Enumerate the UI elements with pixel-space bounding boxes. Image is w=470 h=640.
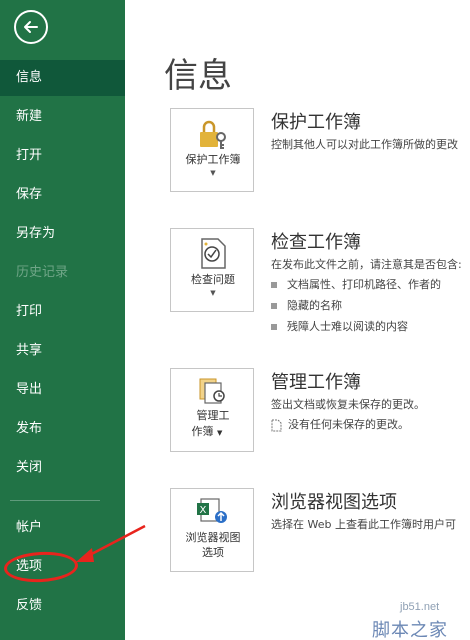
watermark-text: 脚本之家 bbox=[372, 620, 448, 640]
browser-view-icon: X bbox=[197, 498, 227, 523]
nav-item-close[interactable]: 关闭 bbox=[0, 450, 125, 486]
nav-item-open[interactable]: 打开 bbox=[0, 138, 125, 174]
inspect-document-icon bbox=[201, 238, 226, 269]
bullet-square-icon bbox=[271, 324, 277, 330]
manage-tile-label-1: 管理工 bbox=[196, 409, 230, 422]
browser-desc: 选择在 Web 上查看此工作簿时用户可 bbox=[271, 518, 456, 531]
bullet-text: 残障人士难以阅读的内容 bbox=[287, 320, 408, 333]
unsaved-note-text: 没有任何未保存的更改。 bbox=[288, 418, 409, 431]
inspect-workbook-section: 检查问题 ▼ 检查工作簿 在发布此文件之前，请注意其是否包含: 文档属性、打印机… bbox=[170, 228, 470, 338]
bullet-text: 文档属性、打印机路径、作者的 bbox=[287, 278, 441, 291]
back-arrow-icon bbox=[24, 21, 38, 33]
nav-item-print[interactable]: 打印 bbox=[0, 294, 125, 330]
chevron-down-icon: ▼ bbox=[217, 429, 223, 437]
svg-text:X: X bbox=[200, 505, 207, 516]
red-arrow-icon bbox=[76, 524, 146, 562]
sidebar-divider bbox=[10, 500, 100, 501]
browser-title: 浏览器视图选项 bbox=[271, 492, 397, 513]
browser-view-options-button[interactable]: X 浏览器视图 选项 bbox=[170, 488, 254, 572]
manage-document-icon bbox=[199, 378, 225, 404]
watermark-url: jb51.net bbox=[400, 601, 440, 613]
protect-tile-label: 保护工作簿 bbox=[185, 153, 241, 166]
nav-item-history: 历史记录 bbox=[16, 265, 69, 280]
dotted-document-icon bbox=[271, 419, 282, 431]
manage-workbook-section: 管理工 作簿 ▼ 管理工作簿 签出文档或恢复未保存的更改。 没有任何未保存的更改… bbox=[170, 368, 470, 458]
lock-key-icon bbox=[200, 120, 226, 149]
manage-workbook-button[interactable]: 管理工 作簿 ▼ bbox=[170, 368, 254, 452]
protect-workbook-section: 保护工作簿 ▼ 保护工作簿 控制其他人可以对此工作簿所做的更改 bbox=[170, 108, 470, 198]
page-title: 信息 bbox=[164, 56, 232, 96]
nav-item-publish[interactable]: 发布 bbox=[0, 411, 125, 447]
inspect-desc: 在发布此文件之前，请注意其是否包含: bbox=[271, 258, 462, 271]
nav-item-feedback[interactable]: 反馈 bbox=[0, 588, 125, 624]
protect-title: 保护工作簿 bbox=[271, 112, 361, 133]
browser-tile-label-2: 选项 bbox=[202, 546, 224, 559]
nav-item-save-as[interactable]: 另存为 bbox=[0, 216, 125, 252]
unsaved-note: 没有任何未保存的更改。 bbox=[271, 416, 409, 432]
manage-tile-label-text: 作簿 bbox=[191, 425, 214, 438]
check-issues-label: 检查问题 bbox=[191, 273, 235, 286]
inspect-bullet: 隐藏的名称 bbox=[271, 297, 342, 313]
chevron-down-icon: ▼ bbox=[210, 289, 216, 297]
inspect-title: 检查工作簿 bbox=[271, 232, 361, 253]
manage-desc: 签出文档或恢复未保存的更改。 bbox=[271, 398, 425, 411]
bullet-square-icon bbox=[271, 282, 277, 288]
protect-workbook-button[interactable]: 保护工作簿 ▼ bbox=[170, 108, 254, 192]
inspect-bullet: 残障人士难以阅读的内容 bbox=[271, 318, 408, 334]
back-button[interactable] bbox=[14, 10, 48, 44]
nav-item-share[interactable]: 共享 bbox=[0, 333, 125, 369]
browser-tile-label-1: 浏览器视图 bbox=[185, 531, 241, 544]
nav-item-export[interactable]: 导出 bbox=[0, 372, 125, 408]
protect-desc: 控制其他人可以对此工作簿所做的更改 bbox=[271, 138, 458, 151]
nav-item-new[interactable]: 新建 bbox=[0, 99, 125, 135]
check-issues-button[interactable]: 检查问题 ▼ bbox=[170, 228, 254, 312]
nav-item-save[interactable]: 保存 bbox=[0, 177, 125, 213]
inspect-bullet: 文档属性、打印机路径、作者的 bbox=[271, 276, 441, 292]
bullet-text: 隐藏的名称 bbox=[287, 299, 342, 312]
nav-item-info[interactable]: 信息 bbox=[0, 60, 125, 96]
browser-view-section: X 浏览器视图 选项 浏览器视图选项 选择在 Web 上查看此工作簿时用户可 bbox=[170, 488, 470, 578]
bullet-square-icon bbox=[271, 303, 277, 309]
chevron-down-icon: ▼ bbox=[210, 169, 216, 177]
manage-title: 管理工作簿 bbox=[271, 372, 361, 393]
manage-tile-label-2: 作簿 ▼ bbox=[165, 425, 249, 440]
